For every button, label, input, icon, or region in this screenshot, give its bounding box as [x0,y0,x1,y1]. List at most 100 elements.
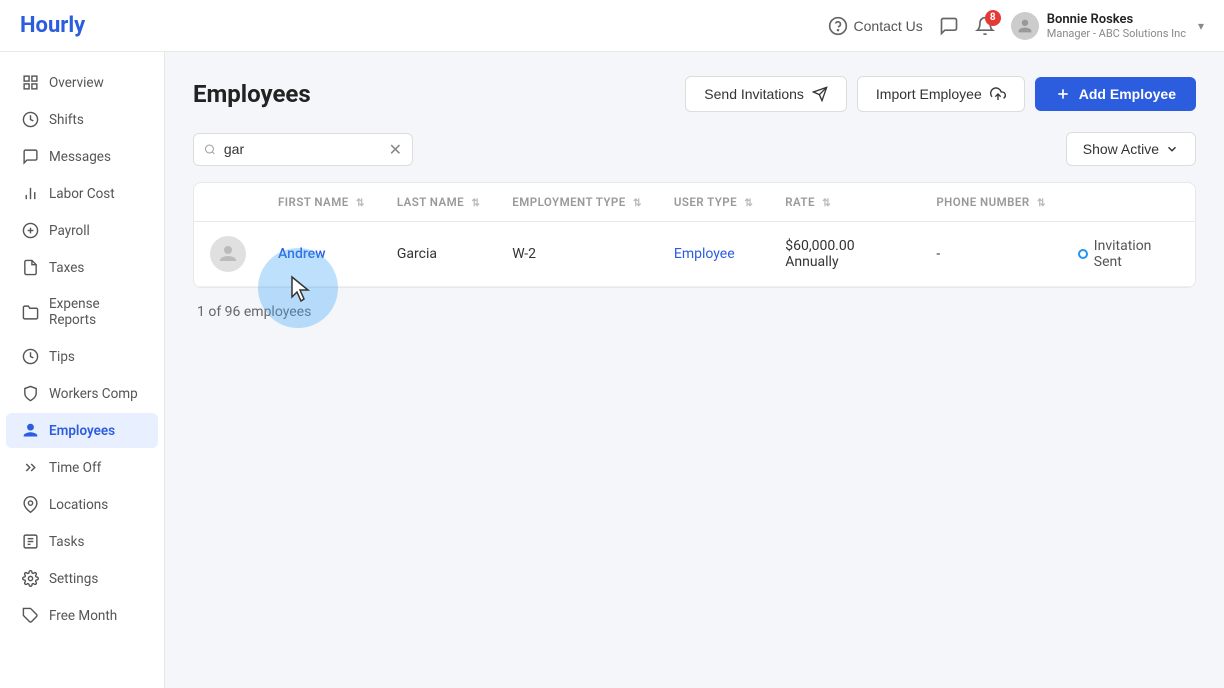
user-role: Manager - ABC Solutions Inc [1047,27,1186,40]
toolbar: ✕ Show Active [193,132,1196,166]
import-employee-label: Import Employee [876,86,982,102]
pagination: 1 of 96 employees [193,304,1196,320]
time-off-icon [22,459,39,476]
tag-icon [22,607,39,624]
sidebar-item-label: Messages [49,149,111,165]
user-details: Bonnie Roskes Manager - ABC Solutions In… [1047,12,1186,40]
sidebar-item-label: Settings [49,571,98,587]
sidebar-item-employees[interactable]: Employees [6,413,158,448]
employee-last-name: Garcia [381,222,496,287]
col-last-name[interactable]: Last Name ⇅ [381,183,496,222]
avatar [210,236,246,272]
import-employee-button[interactable]: Import Employee [857,76,1025,112]
user-info[interactable]: Bonnie Roskes Manager - ABC Solutions In… [1011,12,1204,40]
location-icon [22,496,39,513]
sidebar-item-shifts[interactable]: Shifts [6,102,158,137]
top-nav: Hourly Contact Us 8 Bonnie Roskes Manage… [0,0,1224,52]
sidebar-item-label: Tasks [49,534,84,550]
person-icon [22,422,39,439]
tasks-icon [22,533,39,550]
add-employee-button[interactable]: Add Employee [1035,77,1196,111]
employee-first-name: Andrew [262,222,381,287]
employee-status: Invitation Sent [1062,222,1195,287]
sidebar-item-label: Payroll [49,223,90,239]
sidebar-item-label: Shifts [49,112,84,128]
sidebar-item-label: Workers Comp [49,386,138,402]
sidebar-item-label: Employees [49,423,115,439]
contact-us-button[interactable]: Contact Us [828,16,923,36]
bar-chart-icon [22,185,39,202]
search-input[interactable] [224,141,381,157]
sidebar-item-label: Time Off [49,460,101,476]
sidebar-item-payroll[interactable]: Payroll [6,213,158,248]
sidebar-item-settings[interactable]: Settings [6,561,158,596]
page-header: Employees Send Invitations Import Employ… [193,76,1196,112]
sidebar-item-expense-reports[interactable]: Expense Reports [6,287,158,337]
notification-badge: 8 [985,10,1001,26]
sidebar-item-tasks[interactable]: Tasks [6,524,158,559]
contact-us-label: Contact Us [854,18,923,34]
page-title: Employees [193,80,685,108]
sidebar: Overview Shifts Messages Labor Cost Payr… [0,52,165,688]
sidebar-item-free-month[interactable]: Free Month [6,598,158,633]
search-clear-button[interactable]: ✕ [389,140,402,159]
sidebar-item-label: Free Month [49,608,117,624]
sidebar-item-label: Taxes [49,260,84,276]
sidebar-item-tips[interactable]: Tips [6,339,158,374]
employee-user-type: Employee [658,222,769,287]
plus-icon [1055,86,1071,102]
sidebar-item-taxes[interactable]: Taxes [6,250,158,285]
clock-icon [22,111,39,128]
col-phone-number[interactable]: Phone Number ⇅ [920,183,1061,222]
employees-table-container: First Name ⇅ Last Name ⇅ Employment Type… [193,182,1196,288]
employee-employment-type: W-2 [496,222,658,287]
sidebar-item-workers-comp[interactable]: Workers Comp [6,376,158,411]
chevron-down-icon [1165,142,1179,156]
sidebar-item-label: Locations [49,497,108,513]
sort-rate-icon: ⇅ [822,198,831,209]
message-icon [22,148,39,165]
sidebar-item-label: Tips [49,349,75,365]
sidebar-item-messages[interactable]: Messages [6,139,158,174]
messages-button[interactable] [939,16,959,36]
sort-last-name-icon: ⇅ [471,198,480,209]
show-active-button[interactable]: Show Active [1066,132,1196,166]
user-name: Bonnie Roskes [1047,12,1186,27]
notification-wrapper: 8 [975,16,995,36]
sidebar-item-locations[interactable]: Locations [6,487,158,522]
send-icon [812,86,828,102]
col-user-type[interactable]: User Type ⇅ [658,183,769,222]
invitation-sent-badge: Invitation Sent [1078,238,1179,270]
sort-user-type-icon: ⇅ [744,198,753,209]
settings-icon [22,570,39,587]
folder-icon [22,304,39,321]
employees-table: First Name ⇅ Last Name ⇅ Employment Type… [194,183,1195,287]
send-invitations-label: Send Invitations [704,86,804,102]
dollar-icon [22,222,39,239]
avatar [1011,12,1039,40]
sort-phone-icon: ⇅ [1037,198,1046,209]
tip-icon [22,348,39,365]
sidebar-item-labor-cost[interactable]: Labor Cost [6,176,158,211]
sidebar-item-overview[interactable]: Overview [6,65,158,100]
show-active-label: Show Active [1083,141,1159,157]
employee-phone: - [920,222,1061,287]
header-actions: Send Invitations Import Employee Add Emp… [685,76,1196,112]
search-box: ✕ [193,133,413,166]
employee-rate: $60,000.00 Annually [769,222,920,287]
send-invitations-button[interactable]: Send Invitations [685,76,847,112]
invitation-dot-icon [1078,249,1088,259]
col-rate[interactable]: Rate ⇅ [769,183,920,222]
col-status [1062,183,1195,222]
pagination-text: 1 of 96 employees [197,304,311,320]
col-first-name[interactable]: First Name ⇅ [262,183,381,222]
app-logo: Hourly [20,13,85,38]
file-icon [22,259,39,276]
sidebar-item-label: Expense Reports [49,296,142,328]
sort-first-name-icon: ⇅ [356,198,365,209]
sidebar-item-time-off[interactable]: Time Off [6,450,158,485]
sidebar-item-label: Overview [49,75,104,91]
table-row[interactable]: Andrew Garcia W-2 Employee $60,000.00 An… [194,222,1195,287]
main-content: Employees Send Invitations Import Employ… [165,52,1224,688]
col-employment-type[interactable]: Employment Type ⇅ [496,183,658,222]
